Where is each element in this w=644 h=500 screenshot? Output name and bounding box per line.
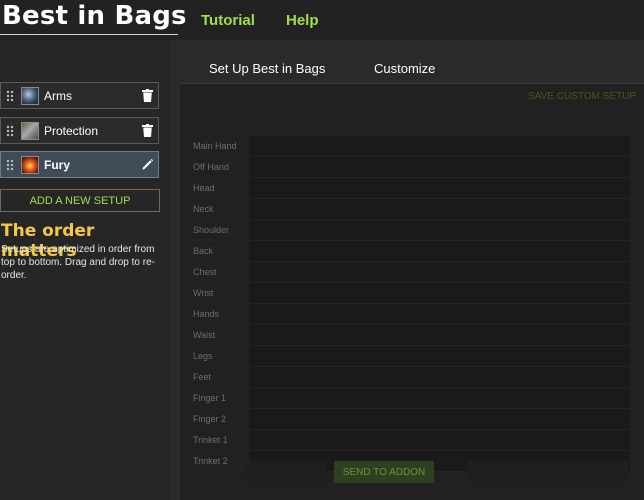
setup-name: Arms	[44, 88, 72, 103]
slot-cell[interactable]	[249, 346, 630, 366]
slot-cell[interactable]	[249, 157, 630, 177]
slot-row-shoulder[interactable]: Shoulder	[190, 220, 630, 241]
trash-icon[interactable]	[136, 124, 158, 137]
logo-underline	[0, 34, 178, 35]
slot-label: Main Hand	[193, 141, 237, 151]
slot-label: Back	[193, 246, 214, 256]
slot-cell[interactable]	[249, 283, 630, 303]
drag-handle-icon[interactable]	[1, 90, 19, 102]
slot-row-back[interactable]: Back	[190, 241, 630, 262]
tab-setup-best-in-bags[interactable]: Set Up Best in Bags	[209, 61, 325, 76]
slot-label: Neck	[193, 204, 214, 214]
slot-row-wrist[interactable]: Wrist	[190, 283, 630, 304]
setup-item-arms[interactable]: Arms	[0, 82, 159, 109]
slot-row-main-hand[interactable]: Main Hand	[190, 136, 630, 157]
arms-spec-icon	[21, 86, 39, 105]
setup-item-protection[interactable]: Protection	[0, 117, 159, 144]
fury-spec-icon	[21, 155, 39, 174]
save-custom-setup-button[interactable]: SAVE CUSTOM SETUP	[528, 91, 636, 102]
gear-slot-table: Main Hand Off Hand Head Neck Shoulder Ba…	[190, 136, 630, 472]
slot-cell[interactable]	[249, 430, 630, 450]
slot-label: Head	[193, 183, 215, 193]
setup-name: Fury	[44, 157, 71, 172]
slot-row-off-hand[interactable]: Off Hand	[190, 157, 630, 178]
slot-label: Wrist	[193, 288, 214, 298]
slot-row-feet[interactable]: Feet	[190, 367, 630, 388]
drag-handle-icon[interactable]	[1, 125, 19, 137]
slot-row-neck[interactable]: Neck	[190, 199, 630, 220]
slot-row-trinket-1[interactable]: Trinket 1	[190, 430, 630, 451]
slot-label: Trinket 2	[193, 456, 228, 466]
slot-cell[interactable]	[249, 136, 630, 156]
slot-row-hands[interactable]: Hands	[190, 304, 630, 325]
slot-row-chest[interactable]: Chest	[190, 262, 630, 283]
slot-cell[interactable]	[249, 304, 630, 324]
setup-sidebar: Arms Protection Fury ADD A NEW SETUP The…	[0, 40, 170, 500]
trash-icon[interactable]	[136, 89, 158, 102]
bottom-action-right[interactable]	[468, 461, 628, 483]
slot-label: Shoulder	[193, 225, 230, 235]
slot-cell[interactable]	[249, 262, 630, 282]
slot-cell[interactable]	[249, 388, 630, 408]
nav-tutorial-link[interactable]: Tutorial	[201, 12, 255, 29]
app-header: Best in Bags Tutorial Help	[0, 0, 644, 40]
bottom-action-left[interactable]	[246, 461, 326, 483]
slot-label: Trinket 1	[193, 435, 228, 445]
tab-customize[interactable]: Customize	[374, 61, 435, 76]
slot-cell[interactable]	[249, 241, 630, 261]
slot-cell[interactable]	[249, 409, 630, 429]
slot-row-finger-1[interactable]: Finger 1	[190, 388, 630, 409]
drag-handle-icon[interactable]	[1, 159, 19, 171]
pencil-icon[interactable]	[136, 158, 158, 171]
slot-label: Legs	[193, 351, 213, 361]
slot-row-head[interactable]: Head	[190, 178, 630, 199]
slot-label: Hands	[193, 309, 220, 319]
send-to-addon-button[interactable]: SEND TO ADDON	[334, 461, 434, 483]
slot-row-waist[interactable]: Waist	[190, 325, 630, 346]
slot-cell[interactable]	[249, 325, 630, 345]
slot-label: Waist	[193, 330, 216, 340]
app-logo[interactable]: Best in Bags	[2, 1, 187, 31]
slot-cell[interactable]	[249, 178, 630, 198]
setup-name: Protection	[44, 123, 99, 138]
add-setup-button[interactable]: ADD A NEW SETUP	[0, 189, 160, 212]
nav-help-link[interactable]: Help	[286, 12, 319, 29]
order-matters-description: Setups are optimized in order from top t…	[1, 244, 155, 281]
slot-label: Feet	[193, 372, 212, 382]
slot-cell[interactable]	[249, 199, 630, 219]
slot-label: Chest	[193, 267, 217, 277]
slot-cell[interactable]	[249, 367, 630, 387]
slot-row-legs[interactable]: Legs	[190, 346, 630, 367]
slot-cell[interactable]	[249, 220, 630, 240]
slot-label: Finger 2	[193, 414, 227, 424]
slot-label: Off Hand	[193, 162, 229, 172]
slot-label: Finger 1	[193, 393, 227, 403]
protection-spec-icon	[21, 121, 39, 140]
slot-row-finger-2[interactable]: Finger 2	[190, 409, 630, 430]
setup-item-fury[interactable]: Fury	[0, 151, 159, 178]
